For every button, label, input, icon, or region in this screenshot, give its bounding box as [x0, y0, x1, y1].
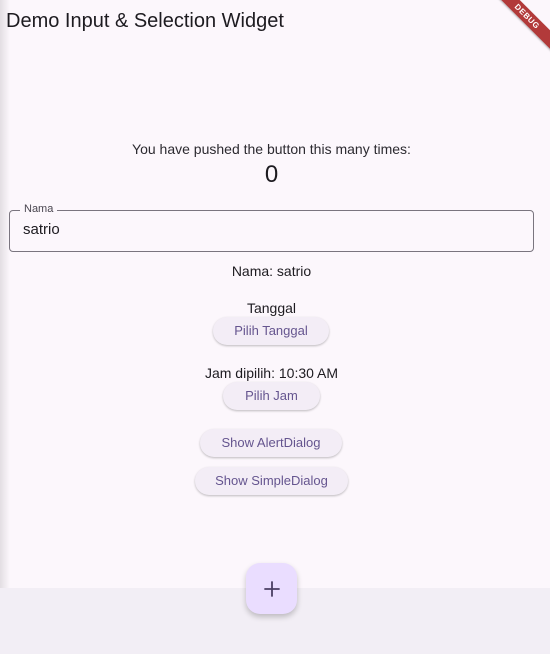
pick-time-button[interactable]: Pilih Jam — [223, 382, 320, 410]
name-field[interactable]: Nama — [9, 203, 534, 252]
name-input[interactable] — [23, 221, 513, 238]
pick-date-button[interactable]: Pilih Tanggal — [213, 317, 329, 345]
counter-label: You have pushed the button this many tim… — [132, 141, 411, 157]
debug-banner-label: DEBUG — [490, 0, 550, 53]
date-label: Tanggal — [246, 300, 297, 316]
name-display: Nama: satrio — [231, 263, 312, 279]
debug-banner: DEBUG — [490, 0, 550, 60]
left-edge-shadow — [0, 0, 10, 654]
show-simple-dialog-button[interactable]: Show SimpleDialog — [195, 467, 348, 495]
time-label: Jam dipilih: 10:30 AM — [204, 365, 339, 381]
increment-fab[interactable] — [246, 563, 297, 614]
app-bar-title: Demo Input & Selection Widget — [6, 10, 284, 32]
show-alert-dialog-button[interactable]: Show AlertDialog — [200, 429, 342, 457]
plus-icon — [263, 580, 281, 598]
counter-value: 0 — [264, 161, 279, 188]
name-field-label: Nama — [20, 203, 58, 215]
